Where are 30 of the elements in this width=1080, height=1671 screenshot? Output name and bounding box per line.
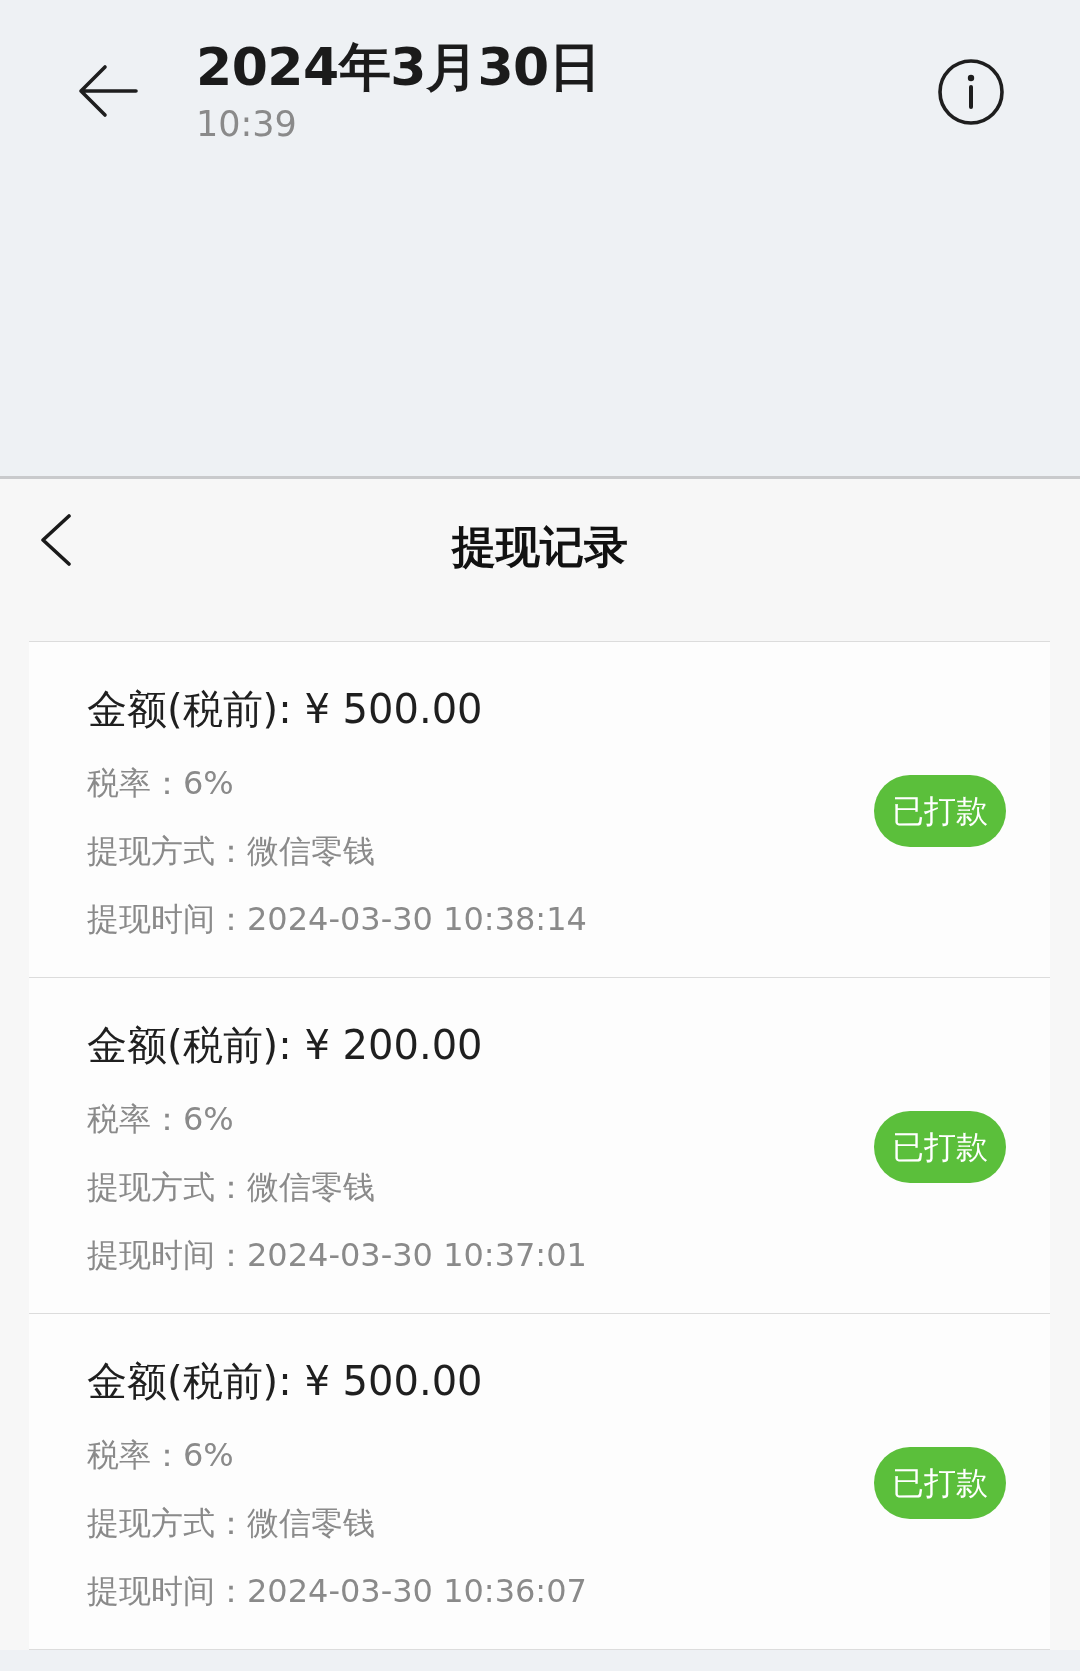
field-label: 提现方式：: [87, 1503, 247, 1543]
field-label: 提现时间：: [87, 899, 247, 939]
status-badge: 已打款: [874, 1446, 1006, 1519]
photo-date: 2024年3月30日: [196, 36, 601, 99]
field-label: 税率：: [87, 1099, 183, 1139]
field-value: 微信零钱: [247, 1167, 375, 1207]
chevron-left-icon[interactable]: [40, 514, 72, 566]
page-title: 提现记录: [452, 519, 628, 574]
field-label: 税率：: [87, 1435, 183, 1475]
arrow-left-icon[interactable]: [78, 64, 138, 118]
photo-time: 10:39: [196, 103, 297, 146]
field-value: 微信零钱: [247, 1503, 375, 1543]
field-label: 提现方式：: [87, 1167, 247, 1207]
field-value: 6%: [183, 1099, 234, 1139]
field-label: 提现时间：: [87, 1235, 247, 1275]
info-icon[interactable]: [938, 59, 1004, 125]
amount-text: 金额(税前): ¥ 200.00: [87, 1021, 483, 1070]
field-label: 提现方式：: [87, 831, 247, 871]
field-value: 6%: [183, 1435, 234, 1475]
field-value: 2024-03-30 10:38:14: [247, 899, 587, 939]
field-value: 微信零钱: [247, 831, 375, 871]
field-label: 提现时间：: [87, 1571, 247, 1611]
field-label: 税率：: [87, 763, 183, 803]
field-value: 6%: [183, 763, 234, 803]
amount-text: 金额(税前): ¥ 500.00: [87, 1357, 483, 1406]
field-value: 2024-03-30 10:36:07: [247, 1571, 587, 1611]
field-value: 2024-03-30 10:37:01: [247, 1235, 587, 1275]
amount-text: 金额(税前): ¥ 500.00: [87, 685, 483, 734]
status-badge: 已打款: [874, 1110, 1006, 1183]
status-badge: 已打款: [874, 774, 1006, 847]
